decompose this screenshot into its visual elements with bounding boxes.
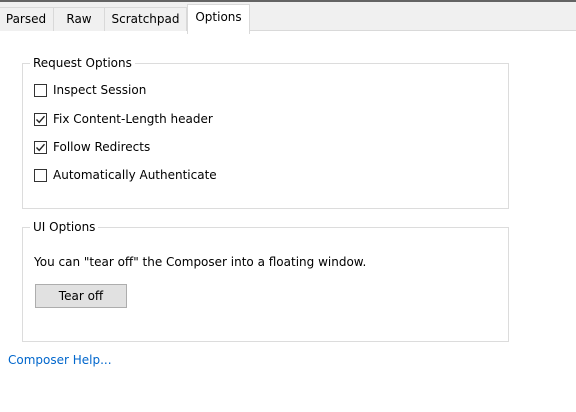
ui-options-group: UI Options You can "tear off" the Compos… <box>22 219 509 342</box>
checkbox-box[interactable] <box>34 83 47 97</box>
tab-options[interactable]: Options <box>187 4 250 34</box>
checkbox-box[interactable] <box>34 112 47 126</box>
fix-content-length-checkbox[interactable]: Fix Content-Length header <box>34 110 213 128</box>
tab-strip: Parsed Raw Scratchpad Options <box>0 2 576 34</box>
automatically-authenticate-checkbox[interactable]: Automatically Authenticate <box>34 166 217 184</box>
tab-parsed[interactable]: Parsed <box>0 7 54 31</box>
checkbox-label: Fix Content-Length header <box>53 112 213 126</box>
tear-off-description: You can "tear off" the Composer into a f… <box>34 255 367 269</box>
options-panel: Request Options Inspect Session Fix Cont… <box>0 31 576 412</box>
checkbox-box[interactable] <box>34 140 47 154</box>
checkbox-label: Follow Redirects <box>53 140 151 154</box>
tab-raw[interactable]: Raw <box>53 7 105 31</box>
checkbox-label: Automatically Authenticate <box>53 168 217 182</box>
request-options-group: Request Options Inspect Session Fix Cont… <box>22 55 509 209</box>
checkbox-box[interactable] <box>34 168 47 182</box>
tear-off-button[interactable]: Tear off <box>35 284 127 308</box>
inspect-session-checkbox[interactable]: Inspect Session <box>34 81 146 99</box>
checkmark-icon <box>35 143 46 151</box>
tab-scratchpad[interactable]: Scratchpad <box>104 7 187 31</box>
ui-options-title: UI Options <box>30 219 99 235</box>
checkbox-label: Inspect Session <box>53 83 147 97</box>
follow-redirects-checkbox[interactable]: Follow Redirects <box>34 138 150 156</box>
composer-help-link[interactable]: Composer Help... <box>8 352 112 368</box>
checkmark-icon <box>35 115 46 123</box>
request-options-title: Request Options <box>30 55 135 71</box>
